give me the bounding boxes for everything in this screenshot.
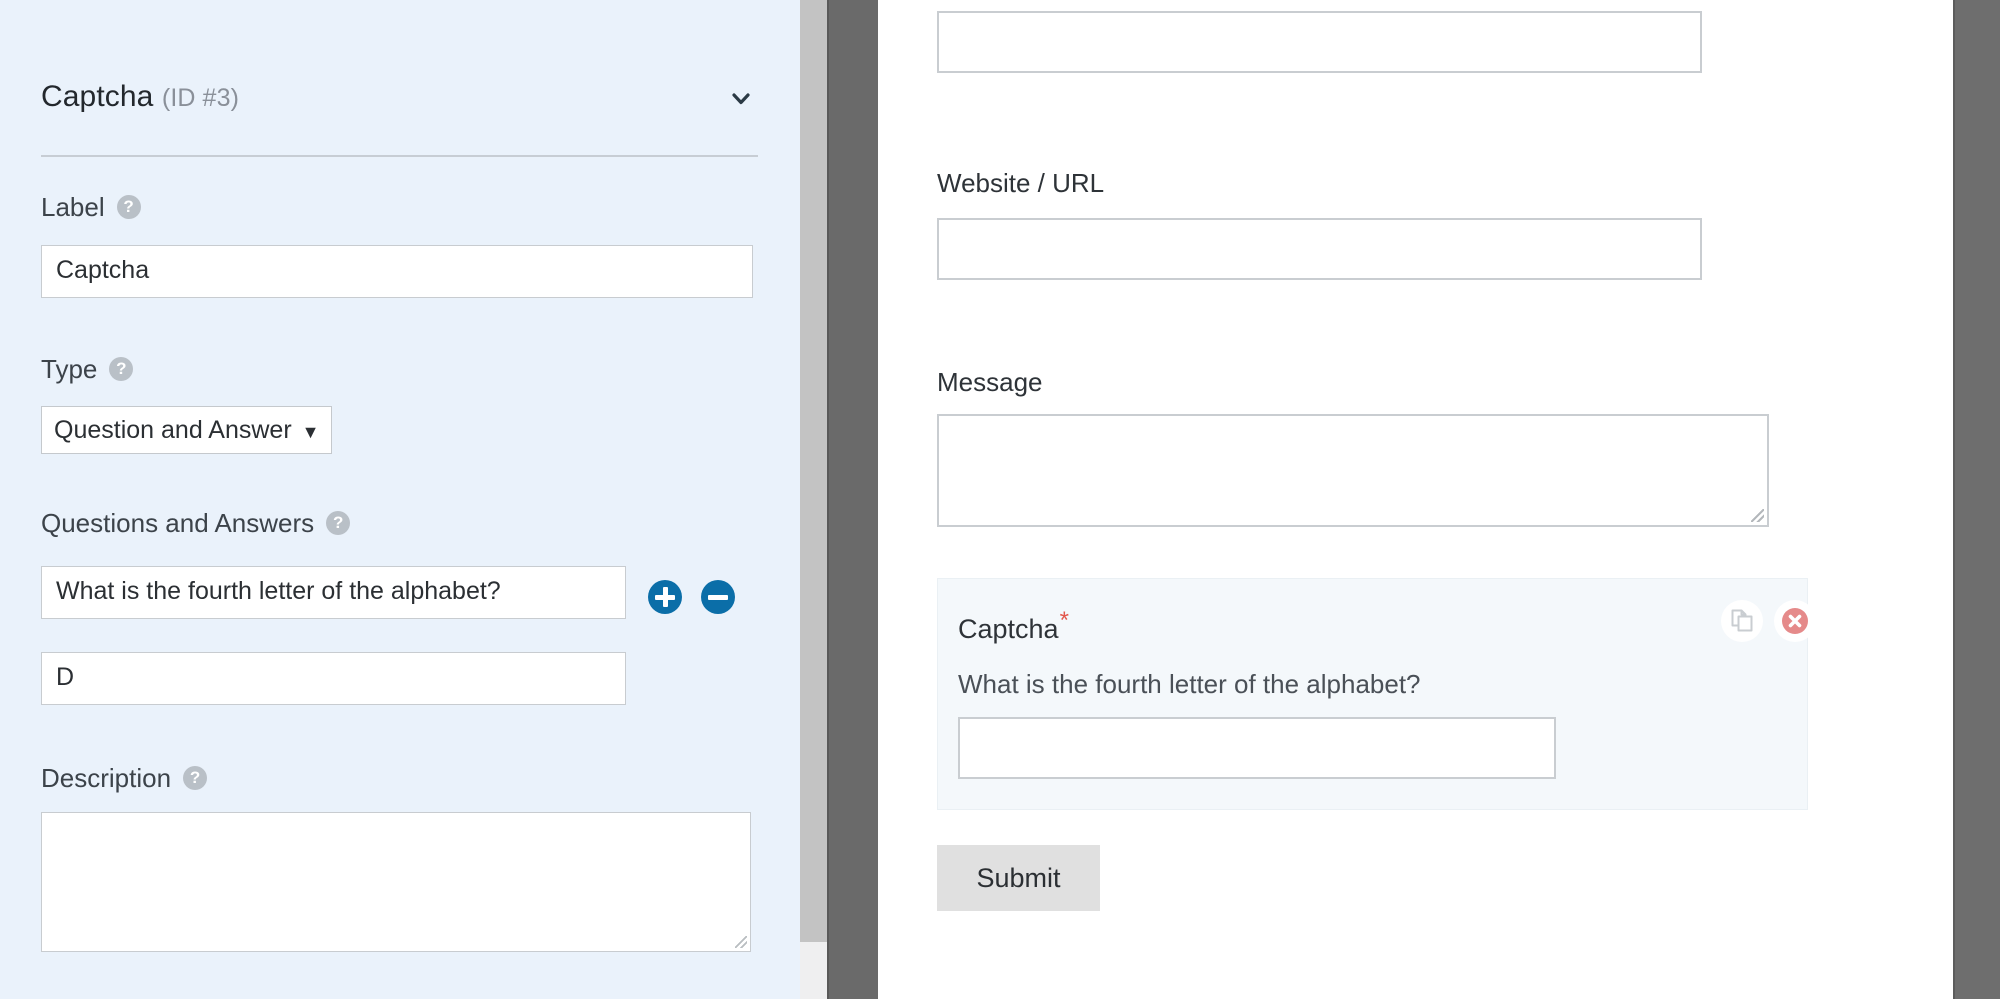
required-asterisk: * xyxy=(1059,607,1069,634)
help-circle-icon[interactable] xyxy=(116,195,141,220)
preview-field-2-textarea[interactable] xyxy=(937,414,1769,527)
preview-field-0-input[interactable] xyxy=(937,11,1702,73)
question-input-value: What is the fourth letter of the alphabe… xyxy=(56,577,501,605)
description-textarea[interactable] xyxy=(41,812,751,952)
preview-left-gutter xyxy=(827,0,878,999)
preview-field-1-input[interactable] xyxy=(937,218,1702,280)
help-circle-icon[interactable] xyxy=(326,511,351,536)
submit-button[interactable]: Submit xyxy=(937,845,1100,911)
description-field-label: Description xyxy=(41,763,208,793)
preview-captcha-block[interactable]: Captcha* What is the fourth letter of th… xyxy=(937,578,1816,810)
preview-right-gutter xyxy=(1953,0,2000,999)
copy-pages-icon[interactable] xyxy=(1720,599,1764,643)
add-question-button[interactable] xyxy=(648,580,682,614)
answer-input-value: D xyxy=(56,663,75,691)
type-select-value: Question and Answer xyxy=(54,416,292,444)
captcha-panel-header[interactable]: Captcha (ID #3) xyxy=(41,68,759,132)
answer-input[interactable]: D xyxy=(41,652,626,705)
label-input-value: Captcha xyxy=(56,256,150,284)
sidebar-scrollbar-track[interactable] xyxy=(800,0,827,999)
preview-captcha-answer-input[interactable] xyxy=(958,717,1556,779)
remove-question-button[interactable] xyxy=(701,580,735,614)
questions-answers-label-text: Questions and Answers xyxy=(41,508,315,538)
help-circle-icon[interactable] xyxy=(109,357,134,382)
label-input[interactable]: Captcha xyxy=(41,245,753,298)
question-input[interactable]: What is the fourth letter of the alphabe… xyxy=(41,566,626,619)
app-root: Captcha (ID #3) Label Captcha Type xyxy=(0,0,2000,999)
delete-circle-icon[interactable] xyxy=(1773,599,1817,643)
chevron-down-icon: ▼ xyxy=(301,422,320,442)
chevron-down-icon[interactable] xyxy=(726,84,756,114)
label-field-label-text: Label xyxy=(41,192,105,222)
preview-captcha-title: Captcha* xyxy=(958,607,1069,645)
type-field-label-text: Type xyxy=(41,354,98,384)
preview-field-2-label: Message xyxy=(937,367,1043,397)
preview-captcha-title-text: Captcha xyxy=(958,614,1059,644)
description-field-label-text: Description xyxy=(41,763,172,793)
panel-title: Captcha (ID #3) xyxy=(41,80,239,115)
panel-divider xyxy=(41,155,758,157)
type-select[interactable]: Question and Answer ▼ xyxy=(41,406,333,454)
type-field-label: Type xyxy=(41,354,134,384)
sidebar-scrollbar-thumb[interactable] xyxy=(800,0,827,942)
questions-answers-label: Questions and Answers xyxy=(41,508,351,538)
preview-field-1-label: Website / URL xyxy=(937,168,1105,198)
panel-id-tag: (ID #3) xyxy=(161,84,239,112)
preview-captcha-question: What is the fourth letter of the alphabe… xyxy=(958,669,1421,699)
panel-title-text: Captcha xyxy=(41,80,154,113)
label-field-label: Label xyxy=(41,192,141,222)
form-preview-panel: Website / URL Message Captcha* What is t… xyxy=(878,0,1953,999)
field-options-sidebar: Captcha (ID #3) Label Captcha Type xyxy=(0,0,800,999)
help-circle-icon[interactable] xyxy=(183,766,208,791)
